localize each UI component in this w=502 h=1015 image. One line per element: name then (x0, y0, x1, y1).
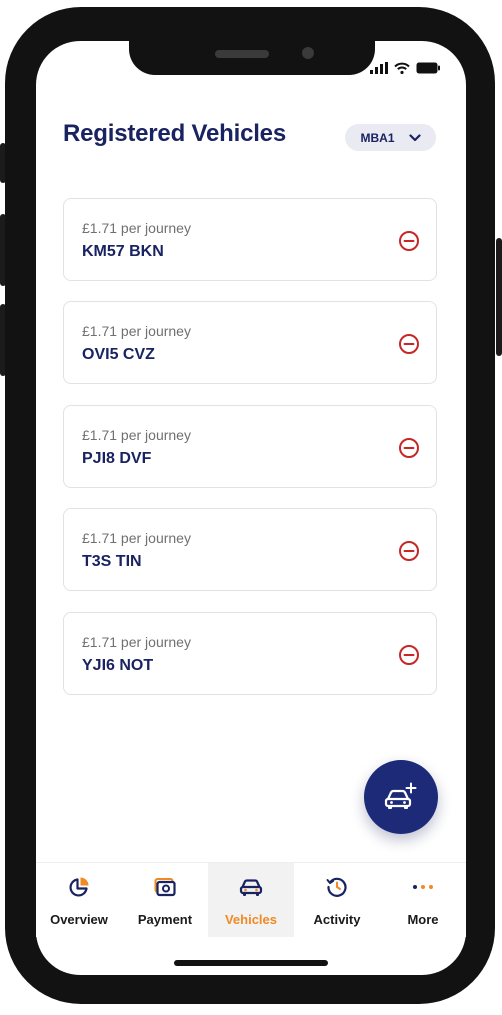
tab-label: Overview (50, 912, 108, 927)
tab-vehicles[interactable]: Vehicles (208, 863, 294, 937)
notch (129, 35, 375, 75)
vehicle-card[interactable]: £1.71 per journey PJI8 DVF (63, 405, 437, 488)
chevron-down-icon (408, 133, 421, 141)
wifi-icon (394, 62, 410, 74)
remove-vehicle-icon[interactable] (398, 230, 420, 252)
device-power-button (496, 238, 502, 356)
tab-label: More (407, 912, 439, 927)
remove-vehicle-icon[interactable] (398, 333, 420, 355)
cellular-signal-icon (370, 62, 388, 74)
page-title: Registered Vehicles (63, 120, 286, 147)
vehicle-card[interactable]: £1.71 per journey KM57 BKN (63, 198, 437, 281)
tab-activity[interactable]: Activity (294, 863, 380, 937)
status-bar (370, 58, 440, 74)
vehicle-plate: OVI5 CVZ (82, 346, 155, 363)
tab-overview[interactable]: Overview (36, 863, 122, 937)
tab-label: Vehicles (224, 912, 278, 927)
vehicle-price: £1.71 per journey (82, 634, 191, 650)
speaker (215, 50, 269, 58)
vehicle-card[interactable]: £1.71 per journey T3S TIN (63, 508, 437, 591)
more-dots-icon (413, 885, 433, 889)
account-dropdown-value: MBA1 (360, 130, 395, 145)
history-icon (326, 877, 347, 897)
vehicle-plate: KM57 BKN (82, 243, 164, 260)
tab-more[interactable]: More (380, 863, 466, 937)
vehicle-price: £1.71 per journey (82, 323, 191, 339)
remove-vehicle-icon[interactable] (398, 437, 420, 459)
account-dropdown[interactable]: MBA1 (345, 124, 436, 151)
vehicle-card[interactable]: £1.71 per journey YJI6 NOT (63, 612, 437, 695)
camera (302, 47, 314, 59)
vehicle-card[interactable]: £1.71 per journey OVI5 CVZ (63, 301, 437, 384)
battery-icon (416, 62, 440, 74)
wallet-icon (154, 878, 176, 897)
vehicle-plate: PJI8 DVF (82, 450, 152, 467)
add-vehicle-button[interactable] (364, 760, 438, 834)
pie-chart-icon (69, 877, 89, 897)
vehicle-price: £1.71 per journey (82, 427, 191, 443)
home-indicator (174, 960, 328, 966)
car-icon (239, 879, 263, 896)
add-vehicle-icon (384, 782, 417, 809)
vehicle-plate: YJI6 NOT (82, 657, 154, 674)
vehicle-price: £1.71 per journey (82, 220, 191, 236)
vehicle-price: £1.71 per journey (82, 530, 191, 546)
remove-vehicle-icon[interactable] (398, 540, 420, 562)
tab-label: Payment (137, 912, 193, 927)
bottom-tab-bar: Overview Payment Vehicles Activity More (36, 862, 466, 937)
tab-payment[interactable]: Payment (122, 863, 208, 937)
remove-vehicle-icon[interactable] (398, 644, 420, 666)
tab-label: Activity (313, 912, 361, 927)
vehicle-plate: T3S TIN (82, 553, 142, 570)
